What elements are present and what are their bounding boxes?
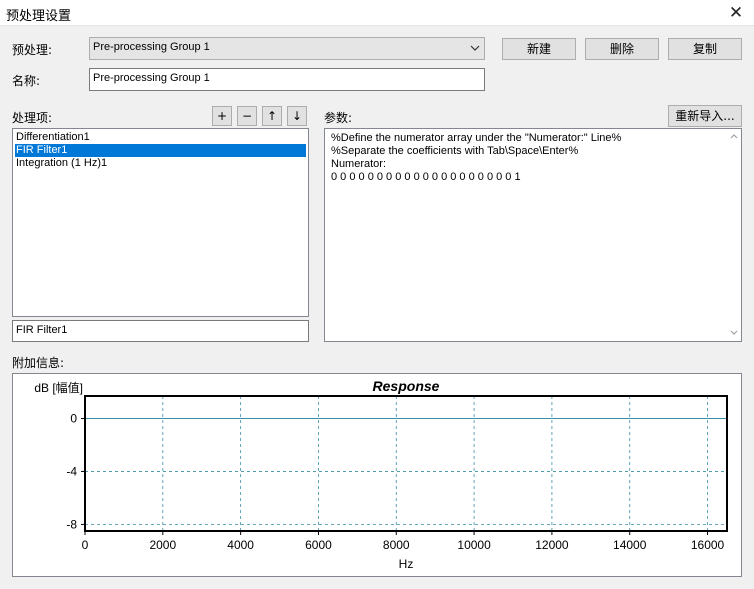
extra-info-label: 附加信息: [12, 356, 65, 370]
params-textarea[interactable]: %Define the numerator array under the "N… [324, 128, 742, 342]
scroll-down-icon[interactable] [729, 329, 739, 337]
items-label: 处理项: [12, 111, 53, 125]
x-tick-label: 4000 [227, 538, 254, 552]
y-tick-label: -8 [66, 517, 77, 531]
x-tick-label: 12000 [535, 538, 569, 552]
name-label: 名称: [12, 74, 41, 88]
response-chart-panel: Response dB [幅值] 0 -4 -8 0 2000 4000 6000 8000 100… [12, 373, 742, 577]
x-tick-label: 6000 [305, 538, 332, 552]
preprocess-group-select[interactable]: Pre-processing Group 1 [89, 37, 485, 60]
title-bar: 预处理设置 ✕ [0, 0, 754, 26]
preprocess-label: 预处理: [12, 43, 53, 57]
chevron-down-icon [470, 45, 480, 51]
new-button[interactable]: 新建 [502, 38, 576, 60]
x-tick-label: 2000 [149, 538, 176, 552]
preprocess-group-value: Pre-processing Group 1 [93, 41, 210, 53]
items-list[interactable]: Differentiation1 FIR Filter1 Integration… [12, 128, 309, 317]
list-item-differentiation[interactable]: Differentiation1 [15, 131, 306, 144]
params-label: 参数: [324, 111, 353, 125]
params-line: 0 0 0 0 0 0 0 0 0 0 0 0 0 0 0 0 0 0 0 0 … [331, 171, 521, 183]
remove-item-button[interactable]: − [237, 106, 257, 126]
name-field-value: Pre-processing Group 1 [93, 72, 210, 84]
list-item-fir-filter[interactable]: FIR Filter1 [15, 144, 306, 157]
item-name-field[interactable]: FIR Filter1 [12, 320, 309, 342]
x-tick-label: 10000 [457, 538, 491, 552]
move-up-button[interactable]: ↑ [262, 106, 282, 126]
x-tick-label: 8000 [383, 538, 410, 552]
y-tick-label: 0 [70, 412, 77, 426]
params-line: %Define the numerator array under the "N… [331, 132, 622, 144]
window-title: 预处理设置 [6, 9, 72, 24]
delete-button[interactable]: 删除 [585, 38, 659, 60]
plot-frame [84, 395, 728, 532]
x-tick-label: 14000 [613, 538, 647, 552]
move-down-button[interactable]: ↓ [287, 106, 307, 126]
add-item-button[interactable]: + [212, 106, 232, 126]
item-name-value: FIR Filter1 [16, 324, 68, 336]
scroll-up-icon[interactable] [729, 132, 739, 140]
x-axis-label: Hz [399, 557, 414, 571]
copy-button[interactable]: 复制 [668, 38, 742, 60]
name-field[interactable]: Pre-processing Group 1 [89, 68, 485, 91]
params-line: Numerator: [331, 158, 387, 170]
y-axis-label: dB [幅值] [34, 380, 83, 395]
close-icon[interactable]: ✕ [724, 1, 748, 25]
x-tick-label: 16000 [691, 538, 725, 552]
y-tick-label: -4 [66, 464, 77, 478]
chart-title: Response [373, 378, 440, 394]
x-tick-label: 0 [82, 538, 89, 552]
list-item-integration[interactable]: Integration (1 Hz)1 [15, 157, 306, 170]
reimport-button[interactable]: 重新导入... [668, 105, 742, 127]
response-chart: Response dB [幅值] 0 -4 -8 0 2000 4000 6000 8000 100… [34, 378, 728, 571]
params-line: %Separate the coefficients with Tab\Spac… [331, 145, 579, 157]
